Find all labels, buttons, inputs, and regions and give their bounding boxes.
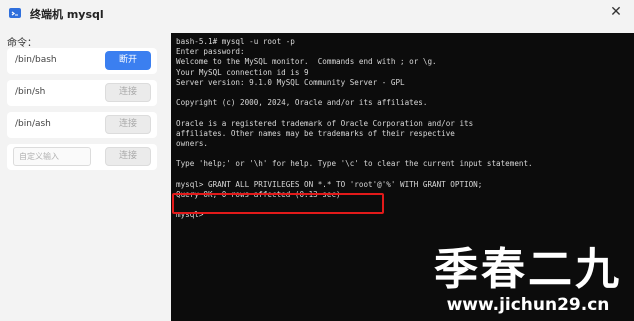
connect-button[interactable]: 连接 <box>105 83 151 102</box>
command-sidebar: 命令： /bin/bash 断开 /bin/sh 连接 /bin/ash 连接 … <box>0 26 166 321</box>
terminal-line: Server version: 9.1.0 MySQL Community Se… <box>176 77 405 87</box>
watermark-name: 季春二九 <box>434 244 622 295</box>
disconnect-button[interactable]: 断开 <box>105 51 151 70</box>
close-icon[interactable]: ✕ <box>606 3 626 21</box>
terminal-line: Welcome to the MySQL monitor. Commands e… <box>176 57 437 67</box>
watermark: 季春二九 www.jichun29.cn <box>434 244 622 316</box>
app-icon <box>9 8 21 18</box>
terminal-line: mysql> GRANT ALL PRIVILEGES ON *.* TO 'r… <box>176 179 483 189</box>
terminal-line: owners. <box>176 139 209 149</box>
terminal-line: affiliates. Other names may be trademark… <box>176 128 455 138</box>
connect-button[interactable]: 连接 <box>105 115 151 134</box>
command-label: 命令： <box>7 38 37 49</box>
terminal-line: Oracle is a registered trademark of Orac… <box>176 118 474 128</box>
highlight-annotation <box>172 193 384 214</box>
command-item-bash: /bin/bash 断开 <box>7 48 157 74</box>
command-item-label: /bin/ash <box>15 119 51 129</box>
command-item-sh: /bin/sh 连接 <box>7 80 157 106</box>
terminal-line: Type 'help;' or '\h' for help. Type '\c'… <box>176 159 533 169</box>
window-title: 终端机 mysql <box>30 8 104 21</box>
watermark-url: www.jichun29.cn <box>446 295 610 315</box>
custom-command-input[interactable]: 自定义输入 <box>13 147 91 166</box>
terminal-line: Enter password: <box>176 47 245 57</box>
title-bar: 终端机 mysql ✕ <box>0 0 634 26</box>
command-item-label: /bin/sh <box>15 87 46 97</box>
command-item-label: /bin/bash <box>15 55 57 65</box>
command-item-custom: 自定义输入 连接 <box>7 144 157 170</box>
terminal-line: bash-5.1# mysql -u root -p <box>176 37 295 46</box>
command-item-ash: /bin/ash 连接 <box>7 112 157 138</box>
terminal-line: Copyright (c) 2000, 2024, Oracle and/or … <box>176 98 428 108</box>
connect-button[interactable]: 连接 <box>105 147 151 166</box>
terminal-line: Your MySQL connection id is 9 <box>176 67 309 77</box>
